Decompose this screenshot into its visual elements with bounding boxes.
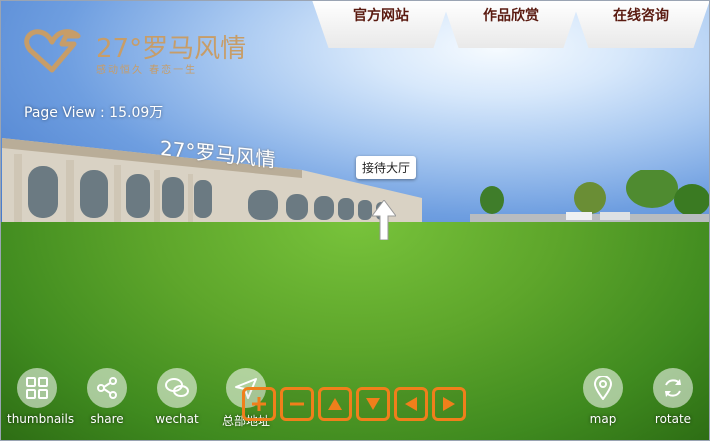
- rotate-button[interactable]: rotate: [643, 368, 703, 426]
- heart-logo-icon: [24, 29, 81, 73]
- page-view-counter: Page View : 15.09万: [24, 105, 164, 121]
- tab-label: 作品欣赏: [483, 8, 539, 24]
- tab-label: 在线咨询: [613, 8, 669, 24]
- wechat-icon: [157, 368, 197, 408]
- wechat-button[interactable]: wechat: [147, 368, 207, 426]
- zoom-in-button[interactable]: [242, 387, 276, 421]
- map-button[interactable]: map: [573, 368, 633, 426]
- arrow-right-icon: [443, 397, 455, 411]
- brand-logo: 27°罗马风情 感动恒久 春恋一生: [22, 28, 246, 76]
- grid-icon: [17, 368, 57, 408]
- pan-right-button[interactable]: [432, 387, 466, 421]
- share-label: share: [90, 412, 124, 426]
- tab-official-site[interactable]: 官方网站: [312, 0, 450, 48]
- brand-tagline: 感动恒久 春恋一生: [96, 65, 198, 76]
- hotspot-reception-hall[interactable]: 接待大厅: [356, 156, 417, 240]
- thumbnails-label: thumbnails: [7, 412, 75, 426]
- pan-left-button[interactable]: [394, 387, 428, 421]
- share-button[interactable]: share: [77, 368, 137, 426]
- pan-up-button[interactable]: [318, 387, 352, 421]
- view-control-bar: [242, 387, 474, 425]
- pan-down-button[interactable]: [356, 387, 390, 421]
- wechat-label: wechat: [155, 412, 199, 426]
- rotate-icon: [653, 368, 693, 408]
- trees: [470, 170, 710, 224]
- arrow-up-icon[interactable]: [372, 200, 396, 240]
- arrow-down-icon: [366, 398, 380, 410]
- share-icon: [87, 368, 127, 408]
- hotspot-label: 接待大厅: [356, 156, 417, 179]
- tab-label: 官方网站: [353, 8, 409, 24]
- map-pin-icon: [583, 368, 623, 408]
- top-nav: 官方网站 作品欣赏 在线咨询: [312, 0, 710, 50]
- zoom-out-icon: [290, 402, 304, 406]
- arrow-up-icon: [328, 398, 342, 410]
- zoom-in-icon: [252, 397, 266, 411]
- thumbnails-button[interactable]: thumbnails: [7, 368, 75, 426]
- map-label: map: [589, 412, 617, 426]
- arrow-left-icon: [405, 397, 417, 411]
- tab-works-gallery[interactable]: 作品欣赏: [442, 0, 580, 48]
- tab-online-consult[interactable]: 在线咨询: [572, 0, 710, 48]
- zoom-out-button[interactable]: [280, 387, 314, 421]
- brand-name: 27°罗马风情: [96, 34, 247, 64]
- rotate-label: rotate: [654, 412, 692, 426]
